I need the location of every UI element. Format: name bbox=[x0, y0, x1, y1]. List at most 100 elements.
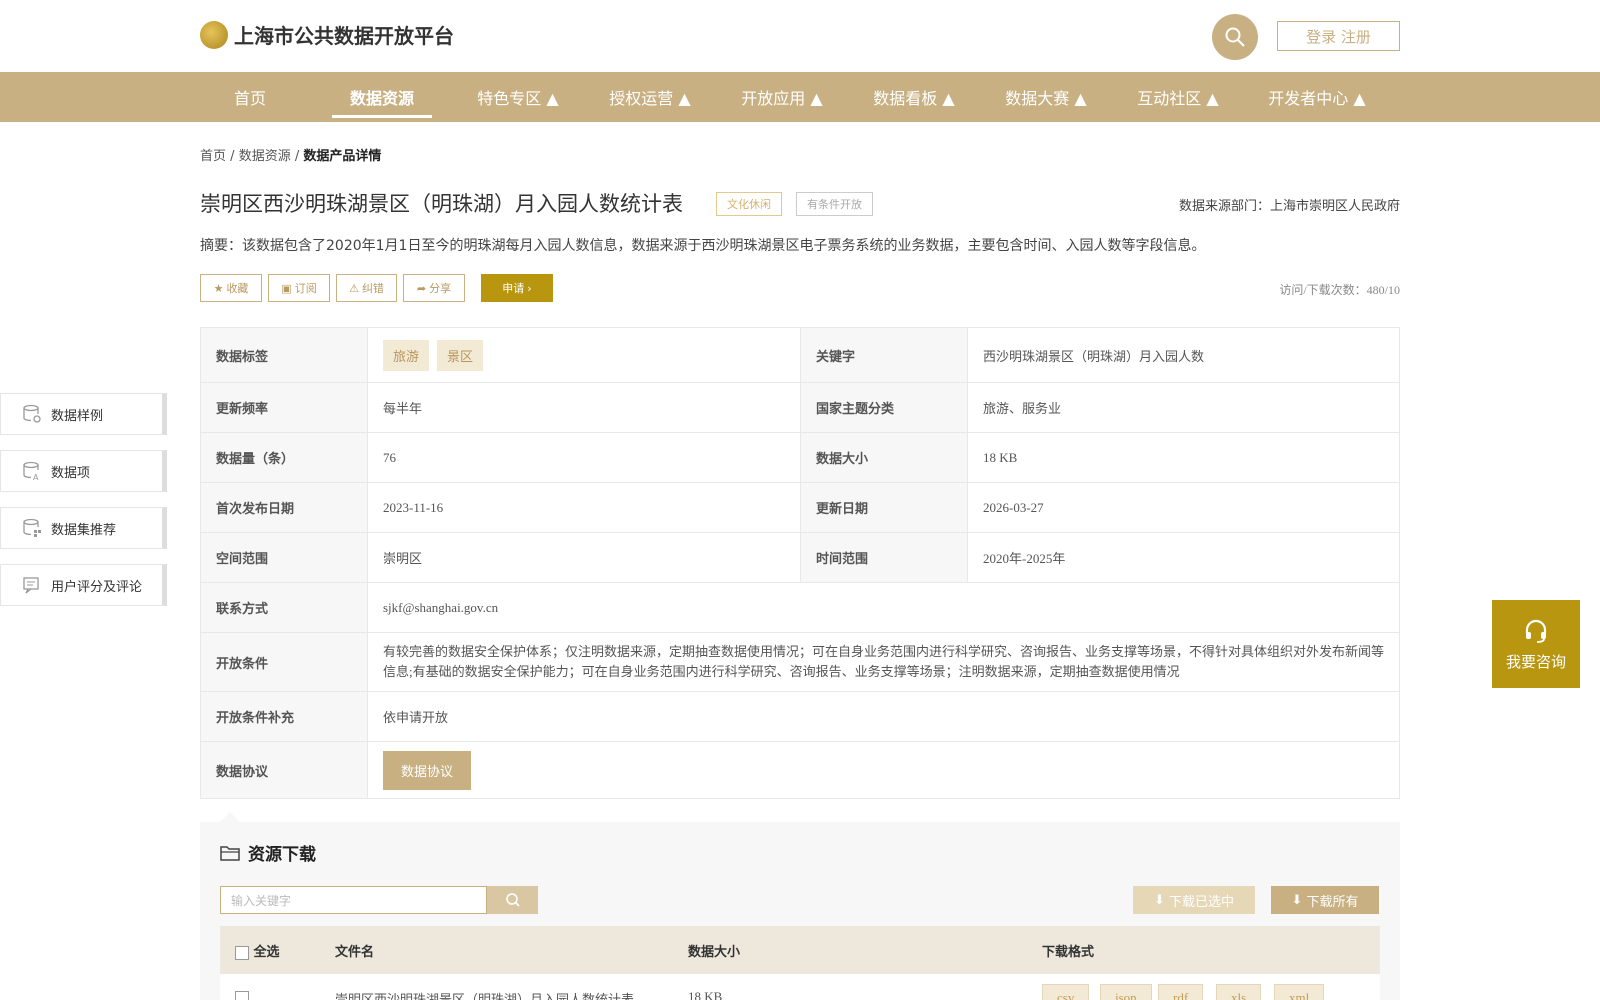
dataset-summary: 摘要：该数据包含了2020年1月1日至今的明珠湖每月入园人数信息，数据来源于西沙… bbox=[200, 238, 1206, 254]
nav-data-dashboard[interactable]: 数据看板 ▲ bbox=[864, 72, 964, 122]
info-value-labels: 旅游 景区 bbox=[367, 327, 801, 383]
side-nav-label: 数据集推荐 bbox=[51, 522, 117, 538]
col-filename: 文件名 bbox=[335, 945, 375, 960]
format-rdf-button[interactable]: rdf bbox=[1158, 984, 1204, 1000]
col-format: 下载格式 bbox=[1042, 945, 1095, 960]
site-logo[interactable]: 上海市公共数据开放平台 bbox=[200, 20, 454, 49]
side-nav-data-items[interactable]: A 数据项 bbox=[0, 450, 167, 492]
nav-open-apps[interactable]: 开放应用 ▲ bbox=[732, 72, 832, 122]
download-all-label: 下载所有 bbox=[1306, 894, 1359, 910]
info-key: 数据标签 bbox=[200, 327, 368, 383]
breadcrumb-current: 数据产品详情 bbox=[303, 149, 382, 164]
info-value: 76 bbox=[367, 432, 801, 483]
col-size: 数据大小 bbox=[688, 945, 741, 960]
select-all-label: 全选 bbox=[253, 945, 280, 960]
site-title: 上海市公共数据开放平台 bbox=[234, 24, 454, 48]
nav-developer-center[interactable]: 开发者中心 ▲ bbox=[1262, 72, 1372, 122]
download-selected-button[interactable]: ⬇ 下载已选中 bbox=[1133, 886, 1255, 914]
info-key: 开放条件 bbox=[200, 632, 368, 692]
nav-community[interactable]: 互动社区 ▲ bbox=[1128, 72, 1228, 122]
chevron-right-icon: › bbox=[527, 281, 532, 295]
download-search-button[interactable] bbox=[487, 886, 538, 914]
breadcrumb-sep: / bbox=[230, 149, 235, 164]
format-xml-button[interactable]: xml bbox=[1274, 984, 1325, 1000]
side-nav-ratings-comments[interactable]: 用户评分及评论 bbox=[0, 564, 167, 606]
download-all-button[interactable]: ⬇ 下载所有 bbox=[1271, 886, 1379, 914]
access-tag: 有条件开放 bbox=[796, 192, 873, 216]
format-json-button[interactable]: json bbox=[1100, 984, 1152, 1000]
format-csv-button[interactable]: csv bbox=[1042, 984, 1090, 1000]
select-all-checkbox[interactable] bbox=[235, 945, 249, 960]
info-row: 数据标签 旅游 景区 关键字 西沙明珠湖景区（明珠湖）月入园人数 bbox=[200, 327, 1400, 383]
label-pill[interactable]: 景区 bbox=[437, 339, 484, 371]
table-row: 崇明区西沙明珠湖景区（明珠湖）月入园人数统计表 18 KB csv json r… bbox=[220, 974, 1380, 1000]
info-key: 数据大小 bbox=[800, 432, 968, 483]
info-row: 首次发布日期 2023-11-16 更新日期 2026-03-27 bbox=[200, 482, 1400, 533]
info-key: 国家主题分类 bbox=[800, 382, 968, 433]
info-key: 空间范围 bbox=[200, 532, 368, 583]
nav-authorized-operation[interactable]: 授权运营 ▲ bbox=[600, 72, 700, 122]
nav-data-resources[interactable]: 数据资源 bbox=[332, 72, 432, 122]
side-nav-label: 数据样例 bbox=[51, 408, 104, 424]
global-search-button[interactable] bbox=[1212, 14, 1258, 60]
side-nav-data-sample[interactable]: 数据样例 bbox=[0, 393, 167, 435]
download-title-label: 资源下载 bbox=[248, 845, 316, 865]
folder-icon bbox=[220, 845, 240, 861]
favorite-button[interactable]: ★ 收藏 bbox=[200, 274, 262, 302]
info-row: 开放条件补充 依申请开放 bbox=[200, 691, 1400, 742]
info-value: 数据协议 bbox=[367, 741, 1400, 799]
nav-data-contest[interactable]: 数据大赛 ▲ bbox=[996, 72, 1096, 122]
info-key: 首次发布日期 bbox=[200, 482, 368, 533]
row-size: 18 KB bbox=[688, 989, 723, 1000]
svg-text:A: A bbox=[33, 473, 39, 481]
info-key: 时间范围 bbox=[800, 532, 968, 583]
info-key: 更新日期 bbox=[800, 482, 968, 533]
side-nav-label: 用户评分及评论 bbox=[51, 579, 143, 595]
share-button[interactable]: ➦ 分享 bbox=[403, 274, 465, 302]
correct-button[interactable]: ⚠ 纠错 bbox=[336, 274, 397, 302]
source-department: 数据来源部门：上海市崇明区人民政府 bbox=[1178, 199, 1400, 214]
info-row: 数据量（条） 76 数据大小 18 KB bbox=[200, 432, 1400, 483]
info-row: 数据协议 数据协议 bbox=[200, 741, 1400, 799]
info-value: 西沙明珠湖景区（明珠湖）月入园人数 bbox=[967, 327, 1400, 383]
info-key: 关键字 bbox=[800, 327, 968, 383]
apply-label: 申请 bbox=[502, 282, 525, 295]
apply-button[interactable]: 申请 › bbox=[481, 274, 553, 302]
consult-button[interactable]: 我要咨询 bbox=[1492, 600, 1580, 688]
section-pointer bbox=[220, 812, 240, 822]
top-header: 上海市公共数据开放平台 登录 注册 bbox=[0, 0, 1600, 72]
share-label: 分享 bbox=[429, 282, 452, 295]
breadcrumb-sep: / bbox=[294, 149, 300, 164]
nav-featured[interactable]: 特色专区 ▲ bbox=[468, 72, 568, 122]
download-search-input[interactable]: 输入关键字 bbox=[220, 886, 487, 914]
star-icon: ★ bbox=[213, 281, 224, 295]
info-value: 依申请开放 bbox=[367, 691, 1400, 742]
info-row: 更新频率 每半年 国家主题分类 旅游、服务业 bbox=[200, 382, 1400, 433]
download-table-header: 全选 文件名 数据大小 下载格式 bbox=[220, 926, 1380, 974]
download-selected-label: 下载已选中 bbox=[1168, 894, 1234, 910]
row-filename: 崇明区西沙明珠湖景区（明珠湖）月入园人数统计表 bbox=[335, 992, 635, 1000]
breadcrumb-home[interactable]: 首页 bbox=[200, 149, 226, 164]
select-all[interactable]: 全选 bbox=[235, 941, 280, 960]
info-value: 2020年-2025年 bbox=[967, 532, 1400, 583]
visit-download-counts: 访问/下载次数：480/10 bbox=[1279, 283, 1400, 297]
download-title: 资源下载 bbox=[220, 840, 316, 865]
info-value: sjkf@shanghai.gov.cn bbox=[367, 582, 1400, 633]
logo-emblem-icon bbox=[200, 20, 228, 49]
download-icon: ⬇ bbox=[1154, 892, 1165, 908]
side-nav-label: 数据项 bbox=[51, 465, 91, 481]
info-value: 崇明区 bbox=[367, 532, 801, 583]
nav-home[interactable]: 首页 bbox=[230, 72, 270, 122]
subscribe-button[interactable]: ▣ 订阅 bbox=[268, 274, 330, 302]
info-key: 数据量（条） bbox=[200, 432, 368, 483]
database-grid-icon bbox=[21, 517, 43, 539]
data-agreement-button[interactable]: 数据协议 bbox=[383, 750, 472, 790]
side-nav-dataset-recommend[interactable]: 数据集推荐 bbox=[0, 507, 167, 549]
format-xls-button[interactable]: xls bbox=[1216, 984, 1262, 1000]
login-register-button[interactable]: 登录 注册 bbox=[1277, 21, 1400, 51]
comment-icon bbox=[21, 574, 43, 596]
label-pill[interactable]: 旅游 bbox=[383, 339, 430, 371]
breadcrumb-section[interactable]: 数据资源 bbox=[239, 149, 291, 164]
category-tag: 文化休闲 bbox=[716, 192, 782, 216]
row-checkbox[interactable] bbox=[235, 989, 249, 1000]
